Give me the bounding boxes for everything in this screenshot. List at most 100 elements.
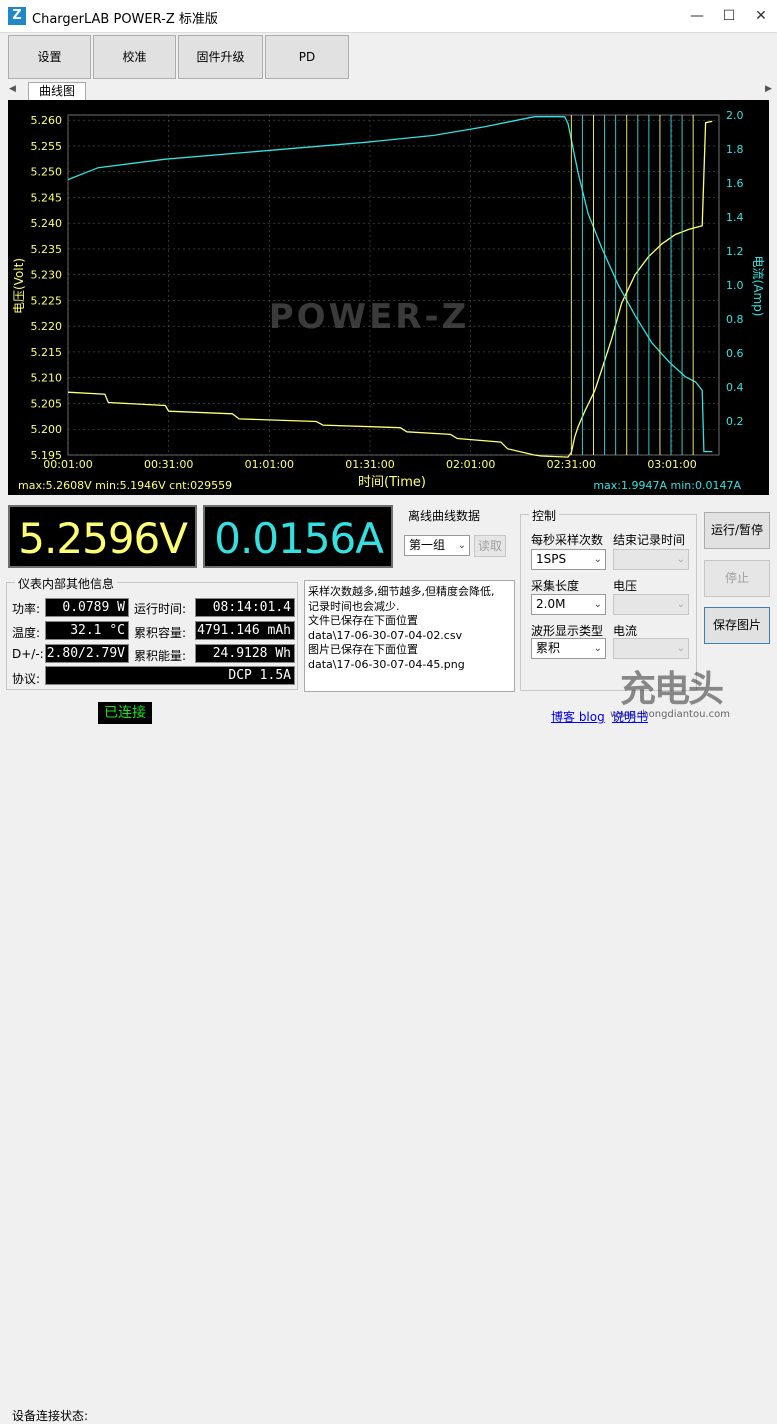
current-label: 电流 — [613, 624, 638, 638]
voltage-readout-value: 5.2596V — [18, 514, 188, 563]
x-tick-label: 01:01:00 — [245, 458, 294, 471]
current-readout: 0.0156A — [203, 505, 393, 568]
waveform-type-label: 波形显示类型 — [531, 624, 604, 638]
waveform-type-select[interactable]: 累积 ⌄ — [531, 638, 606, 659]
minimize-icon[interactable]: — — [682, 4, 712, 28]
y-left-tick-label: 5.250 — [31, 166, 63, 179]
y-axis-left-label: 电压(Volt) — [12, 258, 26, 314]
tab-scroll-right-icon[interactable]: ▶ — [765, 84, 772, 94]
capacity-label: 累积容量: — [134, 626, 187, 640]
maximize-icon[interactable]: ☐ — [714, 4, 744, 28]
chart-watermark: POWER-Z — [269, 297, 470, 337]
stop-button[interactable]: 停止 — [704, 560, 770, 597]
power-label: 功率: — [12, 602, 41, 616]
y-right-tick-label: 0.2 — [726, 415, 744, 428]
chevron-down-icon: ⌄ — [676, 554, 685, 565]
sample-rate-label: 每秒采样次数 — [531, 533, 604, 547]
y-left-tick-label: 5.245 — [31, 191, 63, 204]
offline-data-title: 离线曲线数据 — [408, 509, 481, 523]
protocol-value: DCP 1.5A — [45, 666, 295, 685]
connection-status-badge: 已连接 — [98, 702, 152, 724]
energy-value: 24.9128 Wh — [195, 644, 295, 663]
log-line: data\17-06-30-07-04-02.csv — [308, 628, 463, 642]
end-record-select[interactable]: ⌄ — [613, 549, 689, 570]
calibrate-button[interactable]: 校准 — [93, 35, 176, 79]
chevron-down-icon: ⌄ — [593, 643, 602, 654]
y-right-tick-label: 1.4 — [726, 211, 744, 224]
y-left-tick-label: 5.230 — [31, 269, 63, 282]
current-stats-label: max:1.9947A min:0.0147A — [593, 479, 741, 492]
voltage-readout: 5.2596V — [8, 505, 197, 568]
y-left-tick-label: 5.215 — [31, 346, 63, 359]
tab-curve-chart[interactable]: 曲线图 — [28, 82, 86, 100]
title-bar: Z ChargerLAB POWER-Z 标准版 — ☐ ✕ — [0, 0, 777, 33]
pd-button[interactable]: PD — [265, 35, 349, 79]
log-line: 记录时间也会减少. — [308, 599, 400, 613]
toolbar: 设置 校准 固件升级 PD — [0, 33, 777, 83]
y-left-tick-label: 5.210 — [31, 372, 63, 385]
log-line: data\17-06-30-07-04-45.png — [308, 657, 465, 671]
chevron-down-icon: ⌄ — [457, 540, 466, 551]
y-left-tick-label: 5.260 — [31, 114, 63, 127]
chart-panel: POWER-Z 5.195 5.200 5.205 5.210 5.215 5.220 5.… — [8, 100, 769, 495]
line-chart: POWER-Z 5.1955.2005.2055.2105.2155.2205.… — [12, 109, 765, 492]
plot-frame — [67, 114, 720, 456]
length-select[interactable]: 2.0M ⌄ — [531, 594, 606, 615]
temperature-label: 温度: — [12, 626, 41, 640]
capacity-value: 4791.146 mAh — [195, 621, 295, 640]
tab-scroll-left-icon[interactable]: ◀ — [9, 84, 16, 94]
log-line: 采样次数越多,细节越多,但精度会降低, — [308, 585, 495, 598]
runtime-label: 运行时间: — [134, 602, 187, 616]
y-left-tick-label: 5.205 — [31, 397, 63, 410]
voltage-select[interactable]: ⌄ — [613, 594, 689, 615]
y-right-tick-label: 0.6 — [726, 347, 744, 360]
voltage-stats-label: max:5.2608V min:5.1946V cnt:029559 — [18, 479, 232, 492]
chevron-down-icon: ⌄ — [593, 599, 602, 610]
close-icon[interactable]: ✕ — [746, 4, 776, 28]
x-tick-label: 01:31:00 — [345, 458, 394, 471]
firmware-upgrade-button[interactable]: 固件升级 — [178, 35, 263, 79]
log-textbox[interactable]: 采样次数越多,细节越多,但精度会降低, 记录时间也会减少. 文件已保存在下面位置… — [304, 580, 515, 692]
window-title: ChargerLAB POWER-Z 标准版 — [32, 12, 218, 27]
y-left-tick-label: 5.200 — [31, 423, 63, 436]
y-right-tick-label: 2.0 — [726, 109, 744, 122]
energy-label: 累积能量: — [134, 649, 187, 663]
chevron-down-icon: ⌄ — [593, 554, 602, 565]
y-right-tick-label: 1.8 — [726, 143, 744, 156]
x-tick-label: 03:01:00 — [647, 458, 696, 471]
x-axis-label: 时间(Time) — [358, 475, 426, 490]
sample-rate-select[interactable]: 1SPS ⌄ — [531, 549, 606, 570]
x-tick-label: 02:31:00 — [547, 458, 596, 471]
y-left-tick-label: 5.255 — [31, 140, 63, 153]
y-left-tick-label: 5.225 — [31, 294, 63, 307]
y-left-tick-label: 5.240 — [31, 217, 63, 230]
read-button[interactable]: 读取 — [474, 535, 506, 557]
current-select[interactable]: ⌄ — [613, 638, 689, 659]
connection-status-label: 设备连接状态: — [12, 1409, 89, 1423]
tab-bar: ◀ ▶ 曲线图 — [0, 82, 777, 100]
temperature-value: 32.1 °C — [45, 621, 129, 640]
end-record-label: 结束记录时间 — [613, 533, 686, 547]
x-tick-label: 00:01:00 — [43, 458, 92, 471]
y-right-tick-label: 0.8 — [726, 313, 744, 326]
run-pause-button[interactable]: 运行/暂停 — [704, 512, 770, 549]
chevron-down-icon: ⌄ — [676, 643, 685, 654]
group-select[interactable]: 第一组 ⌄ — [404, 535, 470, 556]
y-left-tick-label: 5.220 — [31, 320, 63, 333]
dpdm-label: D+/-: — [12, 647, 44, 661]
y-right-tick-label: 1.0 — [726, 279, 744, 292]
log-line: 图片已保存在下面位置 — [308, 643, 418, 656]
y-axis-right-label: 电流(Amp) — [751, 256, 765, 317]
device-info-title: 仪表内部其他信息 — [15, 575, 118, 592]
protocol-label: 协议: — [12, 672, 41, 686]
settings-button[interactable]: 设置 — [8, 35, 91, 79]
voltage-label: 电压 — [613, 579, 638, 593]
log-line: 文件已保存在下面位置 — [308, 614, 418, 627]
power-value: 0.0789 W — [45, 598, 129, 617]
save-image-button[interactable]: 保存图片 — [704, 607, 770, 644]
blog-link[interactable]: 博客 blog — [551, 708, 605, 725]
x-tick-label: 02:01:00 — [446, 458, 495, 471]
manual-link[interactable]: 说明书 — [612, 708, 648, 725]
y-left-tick-label: 5.235 — [31, 243, 63, 256]
dpdm-value: 2.80/2.79V — [45, 644, 129, 663]
